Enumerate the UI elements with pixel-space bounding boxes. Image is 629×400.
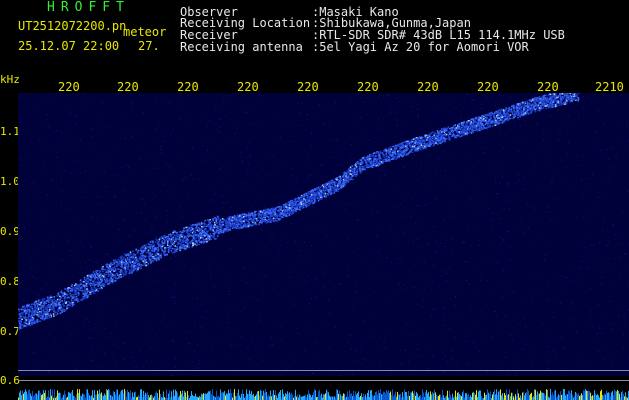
y-tick: 0.9 [0,225,20,238]
y-tick: 1.1 [0,125,20,138]
program-title: HROFFT [47,0,130,15]
filename-label: UT2512072200.pn [18,19,127,33]
x-tick: 220 [537,80,559,94]
x-tick: 220 [237,80,259,94]
y-tick: 0.6 [0,374,20,387]
antenna-label: Receiving antenna [180,40,303,54]
y-tick: 1.0 [0,175,20,188]
signal-level-svg [18,389,629,400]
antenna-value: :5el Yagi Az 20 for Aomori VOR [312,40,529,54]
x-tick: 220 [357,80,379,94]
y-tick: 0.8 [0,275,20,288]
x-tick: 220 [177,80,199,94]
x-tick: 220 [477,80,499,94]
mode-label: meteor [123,25,167,39]
x-tick: 220 [417,80,439,94]
baseline-line [18,380,629,381]
spectrogram-svg [18,93,629,376]
count-label: 27. [138,39,160,53]
baseline-line [18,370,629,371]
spectrogram-window: HROFFT UT2512072200.pn meteor 25.12.07 2… [0,0,629,400]
spectrogram-plot [18,93,629,376]
datetime-label: 25.12.07 22:00 [18,39,120,53]
y-unit-label: kHz [0,73,20,86]
x-tick: 220 [117,80,139,94]
y-tick: 0.7 [0,325,20,338]
x-tick: 220 [58,80,80,94]
signal-level-strip [18,389,629,400]
x-tick: 2210 [595,80,624,94]
x-tick: 220 [297,80,319,94]
